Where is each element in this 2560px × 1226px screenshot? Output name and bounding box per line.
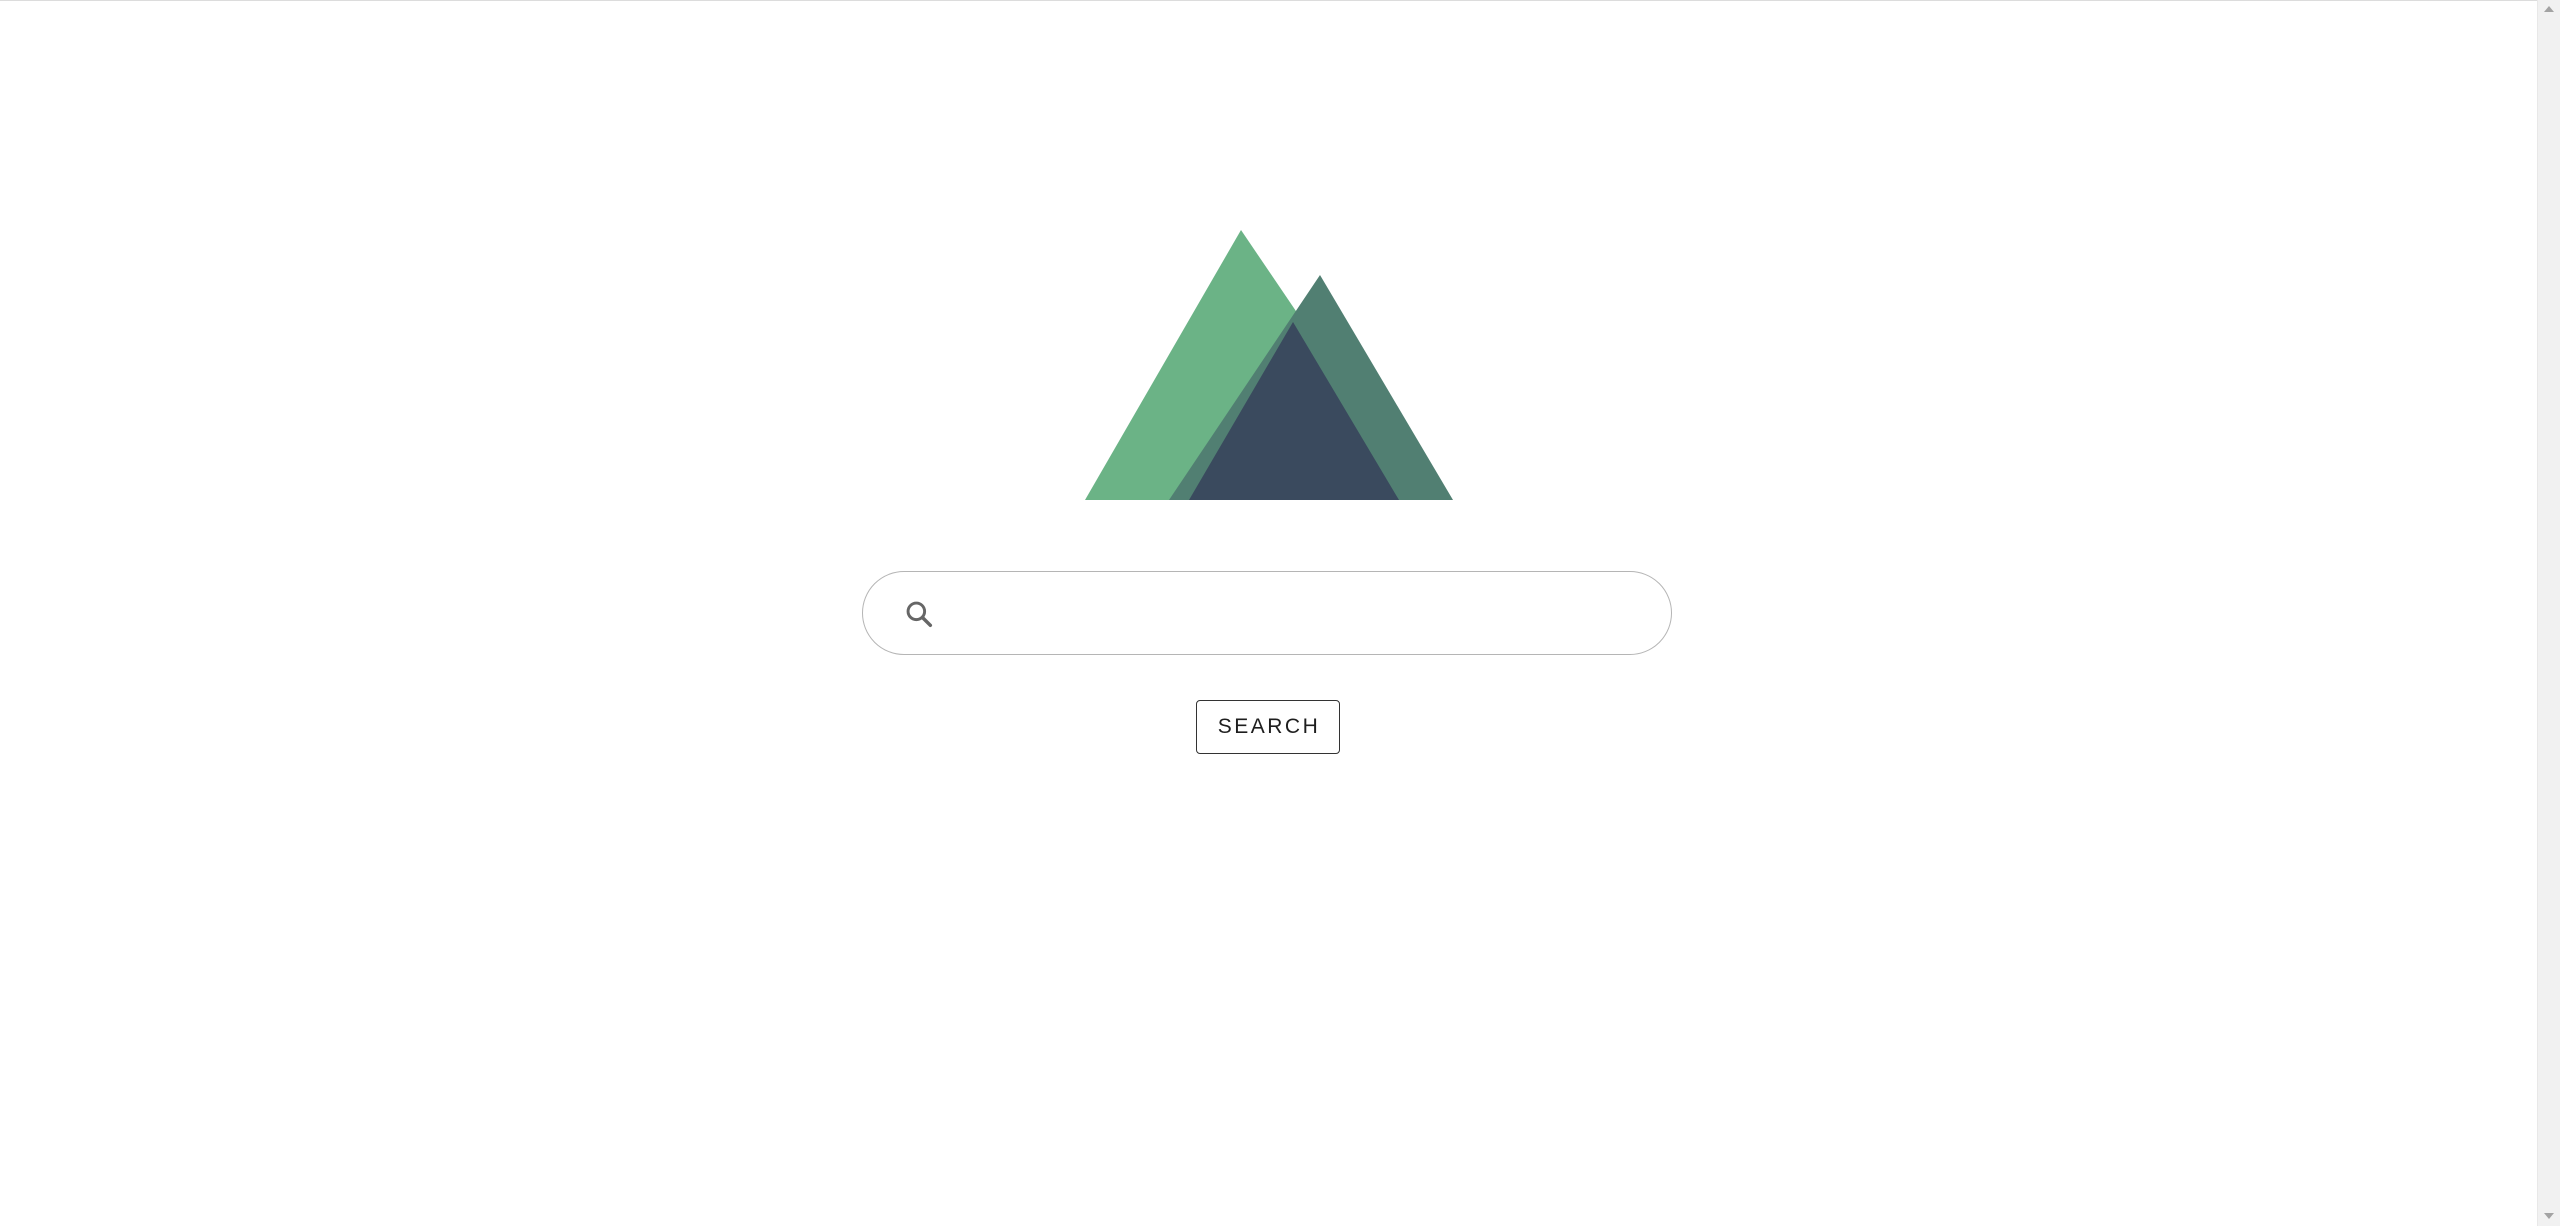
- scroll-down-arrow-icon[interactable]: [2538, 1204, 2560, 1226]
- search-button[interactable]: SEARCH: [1196, 700, 1340, 754]
- scroll-up-arrow-icon[interactable]: [2538, 0, 2560, 22]
- search-icon: [906, 601, 933, 628]
- mountains-logo-icon: [1085, 230, 1453, 500]
- top-divider: [0, 0, 2537, 1]
- search-input[interactable]: [955, 590, 1649, 638]
- page-viewport: SEARCH: [0, 0, 2537, 1226]
- search-box[interactable]: [862, 571, 1672, 655]
- vertical-scrollbar[interactable]: [2537, 0, 2560, 1226]
